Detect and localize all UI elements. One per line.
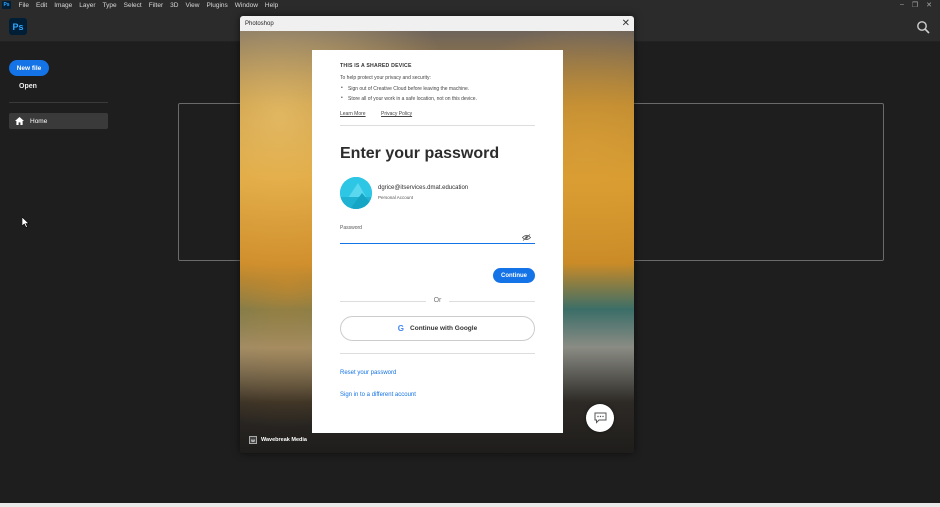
list-item: Store all of your work in a safe locatio…	[340, 95, 477, 102]
sidebar-item-home[interactable]: Home	[9, 113, 108, 129]
menu-window[interactable]: Window	[231, 2, 261, 9]
dialog-title: Photoshop	[245, 20, 274, 27]
privacy-policy-link[interactable]: Privacy Policy	[381, 111, 412, 117]
home-icon	[15, 117, 24, 125]
menu-view[interactable]: View	[182, 2, 203, 9]
shared-device-tips: Sign out of Creative Cloud before leavin…	[340, 85, 477, 106]
google-icon: G	[397, 324, 405, 333]
menu-plugins[interactable]: Plugins	[203, 2, 231, 9]
different-account-link[interactable]: Sign in to a different account	[340, 392, 416, 398]
google-button-label: Continue with Google	[410, 325, 478, 332]
close-window-icon[interactable]: ✕	[926, 1, 932, 9]
restore-icon[interactable]: ❐	[912, 1, 918, 9]
chat-button[interactable]	[586, 404, 614, 432]
close-icon[interactable]: ✕	[622, 17, 630, 30]
open-button[interactable]: Open	[19, 83, 37, 90]
photo-credit: W Wavebreak Media	[249, 436, 307, 444]
search-icon[interactable]	[916, 20, 930, 34]
continue-button[interactable]: Continue	[493, 268, 535, 283]
window-controls: – ❐ ✕	[900, 1, 940, 9]
shared-device-title: THIS IS A SHARED DEVICE	[340, 63, 412, 69]
avatar-icon	[340, 177, 372, 209]
credit-logo-icon: W	[249, 436, 257, 444]
menu-layer[interactable]: Layer	[76, 2, 99, 9]
menu-3d[interactable]: 3D	[167, 2, 182, 9]
or-separator: Or	[433, 297, 442, 304]
menu-select[interactable]: Select	[120, 2, 145, 9]
page-title: Enter your password	[340, 145, 500, 162]
chat-icon	[594, 412, 606, 424]
menu-bar: Ps File Edit Image Layer Type Select Fil…	[0, 0, 940, 10]
ps-mini-icon: Ps	[2, 1, 11, 9]
minimize-icon[interactable]: –	[900, 1, 904, 9]
divider	[449, 301, 535, 302]
password-field[interactable]	[340, 230, 535, 244]
account-type: Personal Account	[378, 195, 414, 200]
hide-password-icon[interactable]	[522, 234, 531, 241]
divider	[340, 125, 535, 126]
reset-password-link[interactable]: Reset your password	[340, 370, 396, 376]
menu-filter[interactable]: Filter	[145, 2, 166, 9]
menu-file[interactable]: File	[15, 2, 32, 9]
status-strip	[0, 503, 940, 507]
account-email: dgrice@itservices.dmat.education	[378, 185, 469, 191]
menu-image[interactable]: Image	[51, 2, 76, 9]
sign-in-card: THIS IS A SHARED DEVICE To help protect …	[312, 50, 563, 433]
sidebar-divider	[9, 102, 108, 103]
credit-text: Wavebreak Media	[261, 437, 307, 443]
divider	[340, 353, 535, 354]
mouse-cursor-icon	[22, 217, 30, 228]
divider	[340, 301, 426, 302]
dialog-titlebar: Photoshop ✕	[240, 16, 634, 31]
new-file-button[interactable]: New file	[9, 60, 49, 76]
menu-edit[interactable]: Edit	[32, 2, 50, 9]
photoshop-logo[interactable]: Ps	[9, 18, 27, 35]
shared-device-desc: To help protect your privacy and securit…	[340, 75, 431, 81]
menu-help[interactable]: Help	[261, 2, 281, 9]
list-item: Sign out of Creative Cloud before leavin…	[340, 85, 477, 92]
learn-more-link[interactable]: Learn More	[340, 111, 366, 117]
continue-with-google-button[interactable]: G Continue with Google	[340, 316, 535, 341]
menu-type[interactable]: Type	[99, 2, 120, 9]
avatar	[340, 177, 372, 209]
sidebar-item-label: Home	[30, 117, 48, 125]
